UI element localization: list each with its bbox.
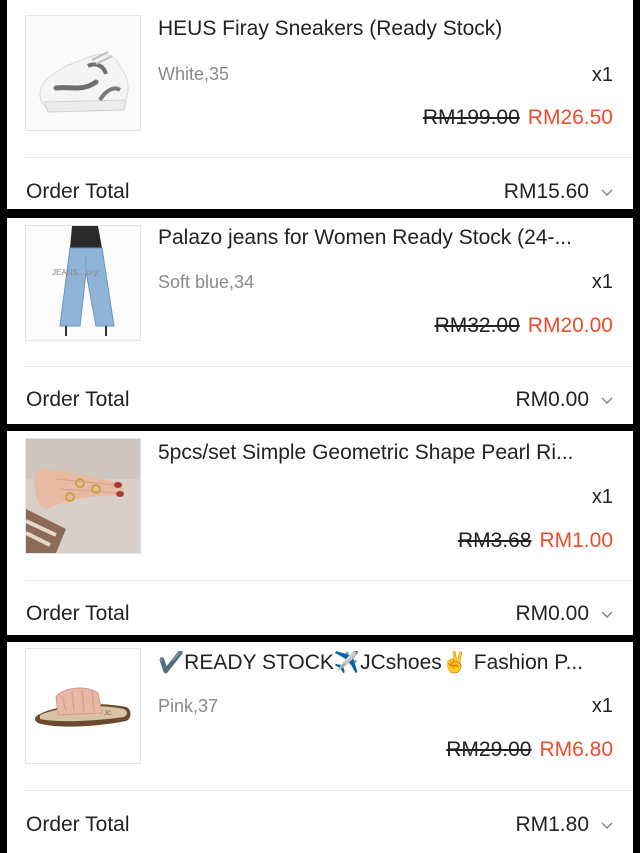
order-card[interactable]: 5pcs/set Simple Geometric Shape Pearl Ri… <box>7 431 633 635</box>
divider <box>25 580 633 581</box>
rings-hand-icon <box>26 439 140 553</box>
divider <box>25 366 633 367</box>
sale-price: RM26.50 <box>527 106 613 129</box>
product-title[interactable]: HEUS Firay Sneakers (Ready Stock) <box>158 17 613 41</box>
sale-price: RM6.80 <box>539 738 613 761</box>
order-total-label: Order Total <box>26 180 130 203</box>
product-title[interactable]: 5pcs/set Simple Geometric Shape Pearl Ri… <box>158 441 613 465</box>
sale-price: RM20.00 <box>527 314 613 337</box>
svg-text:JC: JC <box>104 711 112 717</box>
product-quantity: x1 <box>591 695 613 717</box>
order-total-dropdown[interactable]: RM15.60 <box>504 180 615 204</box>
order-card[interactable]: HEUS Firay Sneakers (Ready Stock) White,… <box>7 0 633 209</box>
order-total-value: RM1.80 <box>515 813 589 836</box>
divider <box>25 790 633 791</box>
thumb-text: JEANS... ory: <box>52 268 100 277</box>
product-variant: White,35 <box>158 64 230 84</box>
order-card[interactable]: JC ✔️READY STOCK✈️JCshoes✌️ Fashion P...… <box>7 642 633 853</box>
original-price: RM3.68 <box>457 529 532 552</box>
chevron-down-icon <box>601 397 613 405</box>
order-total-dropdown[interactable]: RM0.00 <box>515 602 615 626</box>
order-total-value: RM15.60 <box>503 180 589 203</box>
price-group: RM29.00 RM6.80 <box>446 738 613 762</box>
original-price: RM32.00 <box>434 314 520 337</box>
product-quantity: x1 <box>591 64 613 86</box>
order-total-dropdown[interactable]: RM1.80 <box>515 813 615 837</box>
original-price: RM199.00 <box>422 106 520 129</box>
sneaker-icon <box>26 16 140 130</box>
order-total-label: Order Total <box>26 388 130 411</box>
order-total-value: RM0.00 <box>515 388 589 411</box>
order-total-label: Order Total <box>26 602 130 625</box>
price-group: RM199.00 RM26.50 <box>423 106 613 130</box>
product-variant: Pink,37 <box>158 696 219 716</box>
product-thumbnail[interactable] <box>25 438 141 554</box>
sandal-icon: JC <box>26 649 140 763</box>
original-price: RM29.00 <box>446 738 532 761</box>
product-title[interactable]: ✔️READY STOCK✈️JCshoes✌️ Fashion P... <box>158 651 613 675</box>
order-card[interactable]: JEANS... ory: Palazo jeans for Women Rea… <box>7 218 633 424</box>
order-total-value: RM0.00 <box>515 602 589 625</box>
sale-price: RM1.00 <box>539 529 613 552</box>
product-thumbnail[interactable]: JEANS... ory: <box>25 225 141 341</box>
price-group: RM3.68 RM1.00 <box>458 529 613 553</box>
product-variant: Soft blue,34 <box>158 272 255 292</box>
product-thumbnail[interactable]: JC <box>25 648 141 764</box>
jeans-icon: JEANS... ory: <box>26 226 140 340</box>
order-total-label: Order Total <box>26 813 130 836</box>
product-quantity: x1 <box>591 271 613 293</box>
chevron-down-icon <box>601 189 613 197</box>
product-quantity: x1 <box>591 486 613 508</box>
product-title[interactable]: Palazo jeans for Women Ready Stock (24-.… <box>158 226 613 250</box>
order-total-dropdown[interactable]: RM0.00 <box>515 388 615 412</box>
chevron-down-icon <box>601 822 613 830</box>
product-thumbnail[interactable] <box>25 15 141 131</box>
divider <box>25 157 633 158</box>
chevron-down-icon <box>601 611 613 619</box>
price-group: RM32.00 RM20.00 <box>435 314 613 338</box>
